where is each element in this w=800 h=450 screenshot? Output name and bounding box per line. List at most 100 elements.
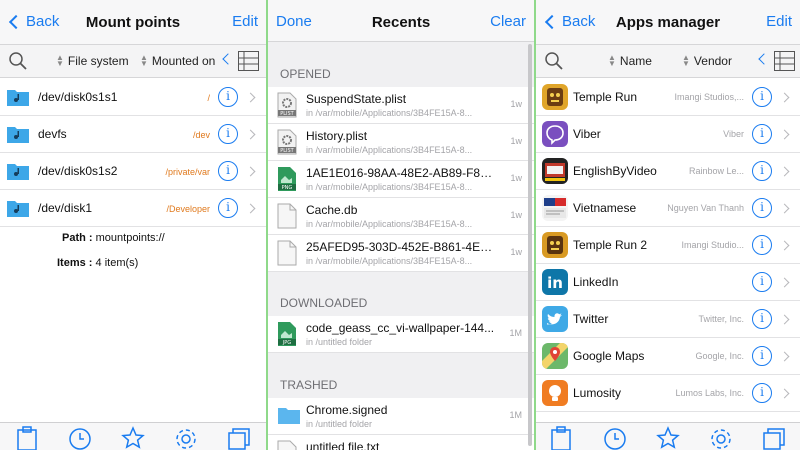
blank-file-icon bbox=[277, 440, 297, 450]
sort-file-system-button[interactable]: ▲ ▼ File system bbox=[56, 54, 129, 69]
page-title: Apps manager bbox=[615, 14, 721, 31]
list-item[interactable]: /dev/disk0s1s1 / i bbox=[0, 79, 266, 116]
edit-button[interactable]: Edit bbox=[232, 13, 258, 30]
path-label: Path : bbox=[62, 232, 93, 244]
clipboard-icon[interactable] bbox=[16, 426, 38, 450]
file-age: 1w bbox=[510, 210, 522, 220]
file-path: in /var/mobile/Applications/3B4FE15A-8..… bbox=[306, 256, 473, 266]
items-info: Items : 4 item(s) bbox=[57, 257, 138, 269]
lumosity-icon bbox=[542, 380, 568, 406]
list-view-icon[interactable] bbox=[774, 51, 795, 74]
info-icon[interactable]: i bbox=[752, 383, 772, 403]
clipboard-icon[interactable] bbox=[550, 426, 572, 450]
list-item[interactable]: PLIST SuspendState.plist in /var/mobile/… bbox=[268, 87, 534, 124]
chevron-right-icon bbox=[245, 129, 256, 140]
windows-icon[interactable] bbox=[227, 426, 251, 450]
info-icon[interactable]: i bbox=[752, 272, 772, 292]
list-view-icon[interactable] bbox=[238, 51, 259, 74]
list-item[interactable]: Lumosity Lumos Labs, Inc. i bbox=[536, 375, 800, 412]
list-item[interactable]: Temple Run 2 Imangi Studio... i bbox=[536, 227, 800, 264]
list-item[interactable]: 25AFED95-303D-452E-B861-4E3... in /var/m… bbox=[268, 235, 534, 272]
list-item[interactable]: Chrome.signed in /untitled folder 1M bbox=[268, 398, 534, 435]
list-item[interactable]: Cache.db in /var/mobile/Applications/3B4… bbox=[268, 198, 534, 235]
collapse-chevron-icon[interactable] bbox=[758, 53, 770, 65]
info-icon[interactable]: i bbox=[752, 87, 772, 107]
recents-clock-icon[interactable] bbox=[68, 426, 92, 450]
list-item[interactable]: /dev/disk1 /Developer i bbox=[0, 190, 266, 227]
list-item[interactable]: PNG 1AE1E016-98AA-48E2-AB89-F83... in /v… bbox=[268, 161, 534, 198]
sort-name-button[interactable]: ▲ ▼ Name bbox=[608, 54, 652, 69]
path-value: mountpoints:// bbox=[95, 232, 165, 244]
list-item[interactable]: /dev/disk0s1s2 /private/var i bbox=[0, 153, 266, 190]
mount-path: /dev bbox=[192, 130, 210, 140]
info-icon[interactable]: i bbox=[752, 309, 772, 329]
svg-text:JPG: JPG bbox=[282, 340, 291, 346]
mount-path: / bbox=[207, 93, 210, 103]
search-icon[interactable] bbox=[8, 51, 28, 74]
list-item[interactable]: untitled file.txt bbox=[268, 435, 534, 450]
path-info: Path : mountpoints:// bbox=[62, 232, 165, 244]
collapse-chevron-icon[interactable] bbox=[222, 53, 234, 65]
png-file-icon: PNG bbox=[277, 166, 297, 197]
app-name: Vietnamese bbox=[573, 201, 637, 215]
edit-button[interactable]: Edit bbox=[766, 13, 792, 30]
chevron-right-icon bbox=[245, 92, 256, 103]
chevron-right-icon bbox=[779, 92, 790, 103]
list-item[interactable]: JPG code_geass_cc_vi-wallpaper-144... in… bbox=[268, 316, 534, 353]
windows-icon[interactable] bbox=[762, 426, 786, 450]
recents-clock-icon[interactable] bbox=[603, 426, 627, 450]
file-path: in /var/mobile/Applications/3B4FE15A-8..… bbox=[306, 108, 473, 118]
mount-points-panel: Back Mount points Edit ▲ ▼ File system ▲ ▼… bbox=[0, 0, 266, 450]
list-item[interactable]: devfs /dev i bbox=[0, 116, 266, 153]
chevron-right-icon bbox=[779, 388, 790, 399]
linkedin-icon: in bbox=[542, 269, 568, 295]
scrollbar[interactable] bbox=[528, 44, 532, 446]
info-icon[interactable]: i bbox=[218, 124, 238, 144]
file-age: 1w bbox=[510, 136, 522, 146]
plist-file-icon: PLIST bbox=[277, 129, 297, 160]
settings-gear-icon[interactable] bbox=[174, 426, 198, 450]
favorites-star-icon[interactable] bbox=[656, 426, 680, 450]
sort-file-system-label: File system bbox=[67, 54, 129, 68]
info-icon[interactable]: i bbox=[752, 124, 772, 144]
sort-vendor-label: Vendor bbox=[693, 54, 732, 68]
file-name: 1AE1E016-98AA-48E2-AB89-F83... bbox=[306, 166, 496, 180]
sort-arrows-icon: ▲ ▼ bbox=[682, 53, 690, 68]
chevron-right-icon bbox=[779, 277, 790, 288]
search-icon[interactable] bbox=[544, 51, 564, 74]
section-header-opened: OPENED bbox=[268, 42, 534, 87]
disk-folder-icon bbox=[6, 196, 30, 220]
file-name: 25AFED95-303D-452E-B861-4E3... bbox=[306, 240, 496, 254]
list-item[interactable]: PLIST History.plist in /var/mobile/Appli… bbox=[268, 124, 534, 161]
chevron-right-icon bbox=[245, 166, 256, 177]
settings-gear-icon[interactable] bbox=[709, 426, 733, 450]
temple-run-2-icon bbox=[542, 232, 568, 258]
info-icon[interactable]: i bbox=[752, 198, 772, 218]
file-size: 1M bbox=[509, 328, 522, 338]
list-item[interactable]: Temple Run Imangi Studios,... i bbox=[536, 79, 800, 116]
file-name: Cache.db bbox=[306, 203, 358, 217]
sort-arrows-icon: ▲ ▼ bbox=[140, 53, 148, 68]
app-name: Google Maps bbox=[573, 349, 645, 363]
sort-vendor-button[interactable]: ▲ ▼ Vendor bbox=[682, 53, 732, 69]
app-vendor: Lumos Labs, Inc. bbox=[675, 388, 744, 398]
sort-mounted-on-label: Mounted on bbox=[151, 54, 216, 68]
disk-folder-icon bbox=[6, 159, 30, 183]
list-item[interactable]: Google Maps Google, Inc. i bbox=[536, 338, 800, 375]
info-icon[interactable]: i bbox=[218, 198, 238, 218]
clear-button[interactable]: Clear bbox=[490, 13, 526, 30]
info-icon[interactable]: i bbox=[218, 87, 238, 107]
sort-mounted-on-button[interactable]: ▲ ▼ Mounted on bbox=[140, 53, 216, 69]
list-item[interactable]: Viber Viber i bbox=[536, 116, 800, 153]
info-icon[interactable]: i bbox=[752, 161, 772, 181]
list-item[interactable]: EnglishByVideo Rainbow Le... i bbox=[536, 153, 800, 190]
list-item[interactable]: in LinkedIn i bbox=[536, 264, 800, 301]
info-icon[interactable]: i bbox=[218, 161, 238, 181]
info-icon[interactable]: i bbox=[752, 235, 772, 255]
list-item[interactable]: Vietnamese Nguyen Van Thanh i bbox=[536, 190, 800, 227]
info-icon[interactable]: i bbox=[752, 346, 772, 366]
file-path: in /var/mobile/Applications/3B4FE15A-8..… bbox=[306, 219, 473, 229]
favorites-star-icon[interactable] bbox=[121, 426, 145, 450]
list-item[interactable]: Twitter Twitter, Inc. i bbox=[536, 301, 800, 338]
file-path: in /var/mobile/Applications/3B4FE15A-8..… bbox=[306, 145, 473, 155]
